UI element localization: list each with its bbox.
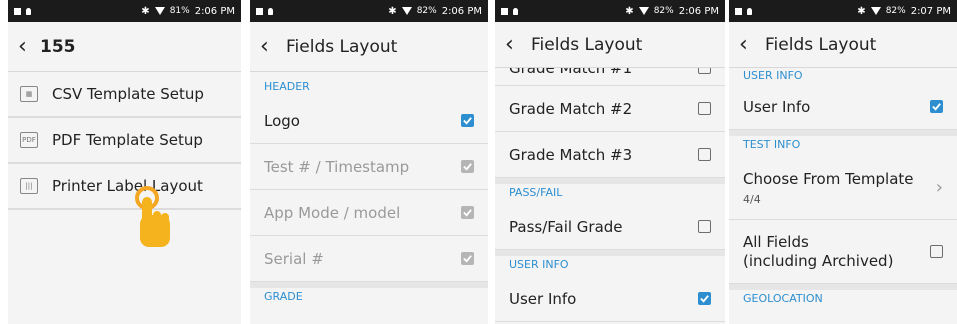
status-bar: ✱ 82% 2:06 PM	[495, 0, 725, 22]
page-title: Fields Layout	[286, 36, 398, 57]
app-bar: ‹ Fields Layout	[250, 22, 488, 72]
checkbox-unchecked[interactable]	[698, 148, 711, 161]
section-header: GRADE	[250, 282, 488, 308]
chevron-right-icon: ›	[935, 177, 943, 198]
screen-fields-layout-1: ✱ 82% 2:06 PM ‹ Fields Layout HEADER Logo …	[250, 0, 488, 324]
clock: 2:06 PM	[194, 5, 235, 17]
checkbox-unchecked[interactable]	[930, 245, 943, 258]
field-label: Grade Match #3	[509, 145, 633, 164]
field-row-user-info[interactable]: User Info	[495, 276, 725, 322]
bluetooth-icon: ✱	[625, 5, 634, 17]
section-header: HEADER	[250, 72, 488, 98]
clock: 2:06 PM	[441, 5, 482, 17]
clock: 2:07 PM	[910, 5, 951, 17]
checkbox-unchecked[interactable]	[698, 220, 711, 233]
section-header: USER INFO	[495, 250, 725, 276]
checkbox-checked[interactable]	[698, 292, 711, 305]
notification-icon	[501, 7, 508, 15]
app-bar: ‹ Fields Layout	[729, 22, 957, 68]
back-arrow-icon[interactable]: ‹	[18, 34, 40, 59]
field-row-grade-match-1[interactable]: Grade Match #1	[495, 68, 725, 86]
screen-menu: ✱ 81% 2:06 PM ‹ 155 ▦ CSV Template Setup P…	[8, 0, 241, 324]
field-label: Grade Match #1	[509, 68, 698, 77]
location-icon	[26, 7, 31, 15]
status-bar: ✱ 81% 2:06 PM	[8, 0, 241, 22]
pdf-icon: PDF	[20, 132, 38, 148]
status-bar: ✱ 82% 2:07 PM	[729, 0, 957, 22]
app-bar: ‹ 155	[8, 22, 241, 72]
field-row-app-mode: App Mode / model	[250, 190, 488, 236]
field-row-logo[interactable]: Logo	[250, 98, 488, 144]
menu-label: CSV Template Setup	[52, 85, 204, 103]
battery-level: 81%	[169, 6, 190, 16]
field-row-serial: Serial #	[250, 236, 488, 282]
field-label: Test # / Timestamp	[264, 157, 410, 176]
grid-icon: ▦	[20, 86, 38, 102]
back-arrow-icon[interactable]: ‹	[739, 32, 761, 57]
page-title: 155	[40, 36, 76, 57]
wifi-icon	[638, 7, 649, 15]
location-icon	[268, 7, 273, 15]
checkbox-disabled	[461, 206, 474, 219]
notification-icon	[735, 7, 742, 15]
bluetooth-icon: ✱	[388, 5, 397, 17]
field-label: User Info	[509, 289, 577, 308]
field-row-grade-match-3[interactable]: Grade Match #3	[495, 132, 725, 178]
field-label: Serial #	[264, 249, 324, 268]
field-label: All Fields (including Archived)	[743, 232, 894, 270]
field-label: Logo	[264, 111, 300, 130]
wifi-icon	[401, 7, 412, 15]
menu-item-pdf-template[interactable]: PDF PDF Template Setup	[8, 118, 241, 164]
checkbox-checked[interactable]	[930, 100, 943, 113]
field-row-test-timestamp: Test # / Timestamp	[250, 144, 488, 190]
screen-fields-layout-2: ✱ 82% 2:06 PM ‹ Fields Layout Grade Match …	[495, 0, 725, 324]
checkbox-disabled	[461, 252, 474, 265]
field-row-user-info[interactable]: User Info	[729, 84, 957, 130]
barcode-icon: |||	[20, 178, 38, 194]
section-header: TEST INFO	[729, 130, 957, 156]
back-arrow-icon[interactable]: ‹	[505, 32, 527, 57]
notification-icon	[14, 7, 21, 15]
location-icon	[513, 7, 518, 15]
bluetooth-icon: ✱	[141, 5, 150, 17]
bluetooth-icon: ✱	[857, 5, 866, 17]
screen-fields-layout-3: ✱ 82% 2:07 PM ‹ Fields Layout USER INFO Us…	[729, 0, 957, 324]
clock: 2:06 PM	[678, 5, 719, 17]
field-row-choose-template[interactable]: Choose From Template 4/4 ›	[729, 156, 957, 220]
menu-label: PDF Template Setup	[52, 131, 203, 149]
checkbox-unchecked[interactable]	[698, 102, 711, 115]
field-label: Choose From Template	[743, 169, 914, 188]
status-bar: ✱ 82% 2:06 PM	[250, 0, 488, 22]
page-title: Fields Layout	[765, 34, 877, 55]
menu-item-printer-label[interactable]: ||| Printer Label Layout	[8, 164, 241, 210]
field-label: Grade Match #2	[509, 99, 633, 118]
back-arrow-icon[interactable]: ‹	[260, 34, 282, 59]
menu-item-csv-template[interactable]: ▦ CSV Template Setup	[8, 72, 241, 118]
field-label: App Mode / model	[264, 203, 401, 222]
field-row-grade-match-2[interactable]: Grade Match #2	[495, 86, 725, 132]
field-count: 4/4	[743, 192, 761, 206]
section-header: PASS/FAIL	[495, 178, 725, 204]
tap-hand-icon	[135, 186, 170, 247]
battery-level: 82%	[416, 6, 437, 16]
page-title: Fields Layout	[531, 34, 643, 55]
section-header: GEOLOCATION	[729, 284, 957, 310]
field-label: Pass/Fail Grade	[509, 217, 623, 236]
checkbox-disabled	[461, 160, 474, 173]
battery-level: 82%	[653, 6, 674, 16]
notification-icon	[256, 7, 263, 15]
checkbox-checked[interactable]	[461, 114, 474, 127]
location-icon	[747, 7, 752, 15]
section-header: USER INFO	[729, 68, 957, 84]
battery-level: 82%	[885, 6, 906, 16]
app-bar: ‹ Fields Layout	[495, 22, 725, 68]
field-row-pass-fail[interactable]: Pass/Fail Grade	[495, 204, 725, 250]
wifi-icon	[154, 7, 165, 15]
field-row-all-fields[interactable]: All Fields (including Archived)	[729, 220, 957, 284]
checkbox-unchecked[interactable]	[698, 68, 711, 74]
field-label: User Info	[743, 97, 811, 116]
wifi-icon	[870, 7, 881, 15]
